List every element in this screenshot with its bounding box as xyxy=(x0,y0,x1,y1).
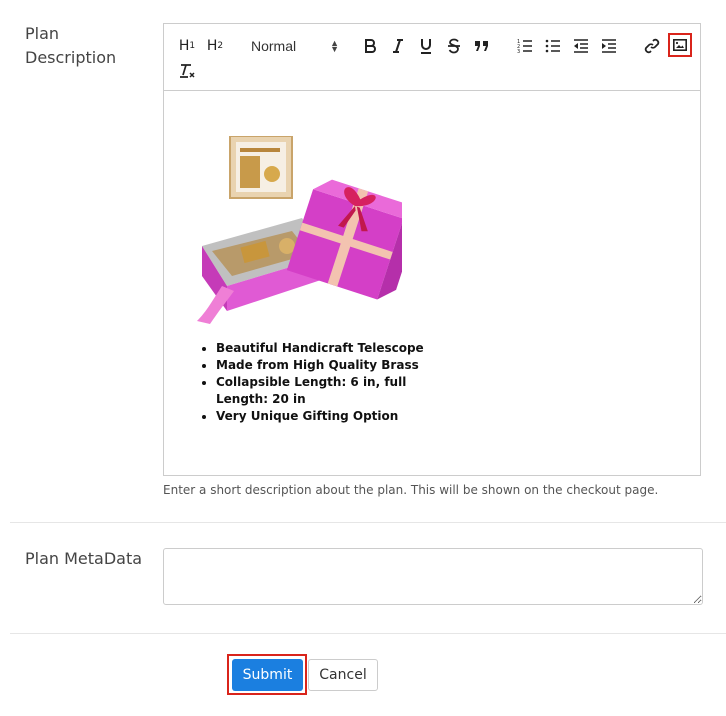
heading2-label: H xyxy=(206,38,218,54)
link-icon[interactable] xyxy=(641,35,663,57)
heading1-sub: 1 xyxy=(189,41,196,51)
format-select-value: Normal xyxy=(251,38,297,54)
plan-description-help-text: Enter a short description about the plan… xyxy=(163,483,659,497)
select-arrows-icon: ▲ ▼ xyxy=(330,38,339,54)
divider xyxy=(10,633,726,634)
divider xyxy=(10,522,726,523)
list-item: Very Unique Gifting Option xyxy=(216,408,434,425)
submit-button[interactable]: Submit xyxy=(232,659,303,691)
svg-text:3: 3 xyxy=(517,49,520,54)
underline-icon[interactable] xyxy=(415,35,437,57)
gift-box-product-image xyxy=(197,136,402,324)
bold-icon[interactable] xyxy=(359,35,381,57)
editor-toolbar: H1 H2 Normal ▲ ▼ 123 xyxy=(164,24,700,91)
ordered-list-icon[interactable]: 123 xyxy=(514,35,536,57)
bullet-list-icon[interactable] xyxy=(542,35,564,57)
feature-list: Beautiful Handicraft Telescope Made from… xyxy=(204,340,434,425)
plan-description-label: Plan Description xyxy=(25,24,117,67)
rich-text-editor: H1 H2 Normal ▲ ▼ 123 • Beautiful Handicr… xyxy=(163,23,701,476)
clear-format-icon[interactable] xyxy=(176,60,198,82)
list-item: Collapsible Length: 6 in, full Length: 2… xyxy=(216,374,434,408)
heading2-button[interactable]: H2 xyxy=(204,35,226,57)
format-select[interactable]: Normal ▲ ▼ xyxy=(251,35,339,57)
editor-content[interactable]: Beautiful Handicraft Telescope Made from… xyxy=(164,91,700,476)
heading2-sub: 2 xyxy=(217,41,224,51)
plan-metadata-input[interactable] xyxy=(163,548,703,605)
heading1-label: H xyxy=(178,38,190,54)
indent-icon[interactable] xyxy=(598,35,620,57)
outdent-icon[interactable] xyxy=(570,35,592,57)
cancel-button[interactable]: Cancel xyxy=(308,659,378,691)
plan-metadata-label: Plan MetaData xyxy=(25,549,143,568)
list-item: Beautiful Handicraft Telescope xyxy=(216,340,434,357)
image-icon[interactable] xyxy=(669,34,691,56)
list-item: Made from High Quality Brass xyxy=(216,357,434,374)
italic-icon[interactable] xyxy=(387,35,409,57)
strike-icon[interactable] xyxy=(443,35,465,57)
heading1-button[interactable]: H1 xyxy=(176,35,198,57)
quote-icon[interactable] xyxy=(471,35,493,57)
